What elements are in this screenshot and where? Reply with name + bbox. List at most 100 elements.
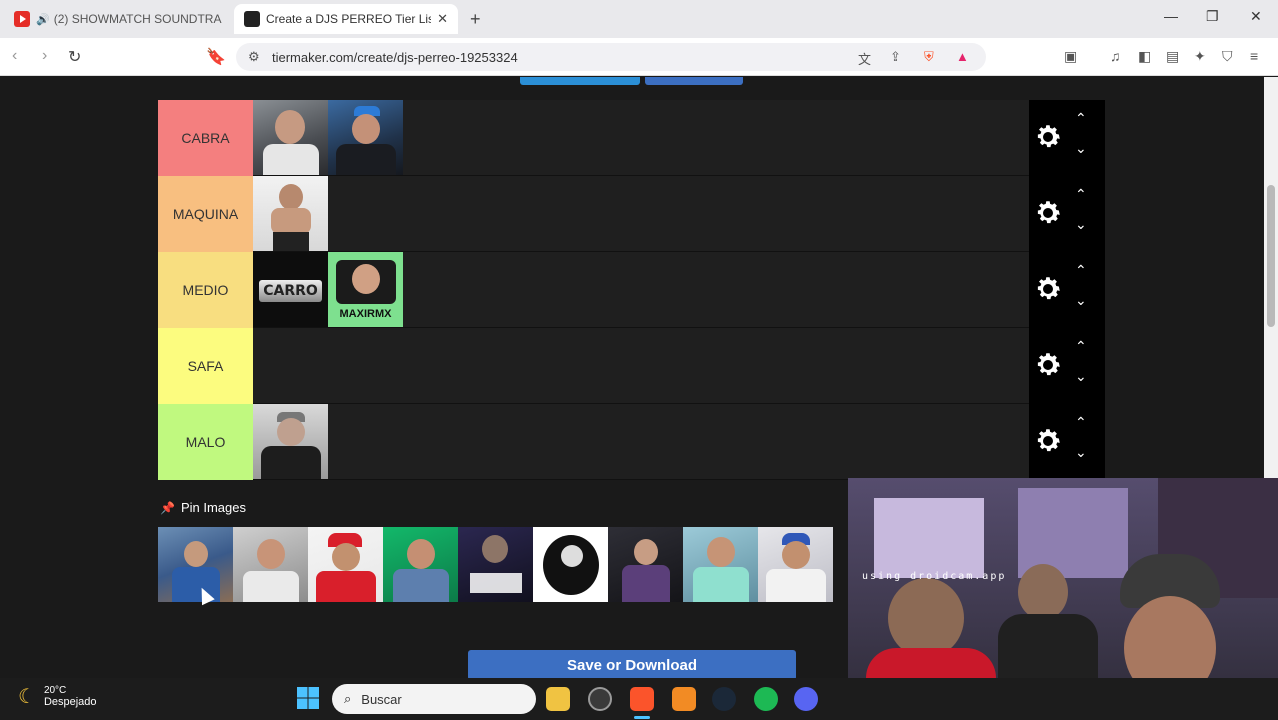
tier-label[interactable]: MALO	[158, 404, 253, 480]
tier-image[interactable]	[253, 176, 328, 251]
pool-image[interactable]	[758, 527, 833, 602]
fl-studio-icon[interactable]	[672, 687, 696, 711]
wallet-icon[interactable]: ▤	[1166, 48, 1179, 65]
taskbar: ☾ 20°C Despejado ⌕ Buscar	[0, 678, 1278, 720]
tier-controls: ⌃ ⌄	[1029, 252, 1105, 328]
move-down-icon[interactable]: ⌄	[1075, 368, 1087, 385]
tier-label[interactable]: MEDIO	[158, 252, 253, 328]
menu-icon[interactable]: ≡	[1250, 48, 1258, 64]
discord-icon[interactable]	[794, 687, 818, 711]
leo-ai-icon[interactable]: ✦	[1194, 48, 1206, 65]
tab-tiermaker[interactable]: Create a DJS PERREO Tier List - T ✕	[234, 4, 458, 34]
scrollbar-thumb[interactable]	[1267, 185, 1275, 327]
windows-start-icon[interactable]	[296, 686, 320, 710]
new-tab-button[interactable]: +	[470, 9, 481, 30]
pool-image[interactable]	[608, 527, 683, 602]
back-button[interactable]: ‹	[12, 47, 17, 65]
move-up-icon[interactable]: ⌃	[1075, 262, 1087, 279]
tier-row: MEDIO CARRO MAXIRMX ⌃ ⌄	[158, 252, 1105, 328]
restore-button[interactable]: ❐	[1206, 8, 1219, 25]
save-or-download-button[interactable]: Save or Download	[468, 650, 796, 678]
move-down-icon[interactable]: ⌄	[1075, 444, 1087, 461]
forward-button[interactable]: ›	[42, 47, 47, 65]
tier-controls: ⌃ ⌄	[1029, 328, 1105, 404]
pool-image[interactable]	[308, 527, 383, 602]
vpn-icon[interactable]: ⛉	[1222, 48, 1233, 65]
pool-image[interactable]	[383, 527, 458, 602]
moon-icon: ☾	[18, 686, 36, 708]
gear-icon[interactable]	[1033, 426, 1063, 456]
tier-row: MALO ⌃ ⌄	[158, 404, 1105, 480]
move-up-icon[interactable]: ⌃	[1075, 186, 1087, 203]
tier-image[interactable]	[328, 100, 403, 175]
pool-image[interactable]	[458, 527, 533, 602]
tier-image[interactable]: CARRO	[253, 252, 328, 327]
url-field[interactable]: ⚙ tiermaker.com/create/djs-perreo-192533…	[236, 43, 986, 71]
tab-youtube[interactable]: 🔊 (2) SHOWMATCH SOUNDTRACK	[4, 4, 232, 34]
reload-button[interactable]: ↻	[68, 47, 81, 67]
brave-browser-icon[interactable]	[630, 687, 654, 711]
droidcam-watermark: using droidcam.app	[862, 571, 1007, 582]
gear-icon[interactable]	[1033, 350, 1063, 380]
temperature: 20°C	[43, 685, 67, 696]
brave-rewards-icon[interactable]: ▲	[956, 49, 969, 64]
pool-image[interactable]	[683, 527, 758, 602]
image-pool	[158, 527, 833, 602]
tab-label: (2) SHOWMATCH SOUNDTRACK	[53, 12, 222, 26]
address-bar: ‹ › ↻ 🔖 ⚙ tiermaker.com/create/djs-perre…	[0, 38, 1278, 76]
tier-image[interactable]: MAXIRMX	[328, 252, 403, 327]
tier-label[interactable]: MAQUINA	[158, 176, 253, 252]
file-explorer-icon[interactable]	[546, 687, 570, 711]
tier-label[interactable]: CABRA	[158, 100, 253, 176]
browser-tab-bar: 🔊 (2) SHOWMATCH SOUNDTRACK Create a DJS …	[0, 0, 1278, 38]
pin-images-toggle[interactable]: 📌 Pin Images	[160, 500, 246, 515]
app-icon[interactable]	[588, 687, 612, 711]
taskbar-search[interactable]: ⌕ Buscar	[332, 684, 536, 714]
move-down-icon[interactable]: ⌄	[1075, 292, 1087, 309]
move-down-icon[interactable]: ⌄	[1075, 140, 1087, 157]
tier-list: CABRA ⌃ ⌄ MAQUINA ⌃ ⌄ MEDIO CARRO MAXIRM…	[158, 100, 1105, 480]
tier-row: SAFA ⌃ ⌄	[158, 328, 1105, 404]
top-button-blue[interactable]	[520, 77, 640, 85]
tier-controls: ⌃ ⌄	[1029, 100, 1105, 176]
sidebar-icon[interactable]: ▣	[1064, 48, 1077, 65]
move-up-icon[interactable]: ⌃	[1075, 414, 1087, 431]
gear-icon[interactable]	[1033, 122, 1063, 152]
active-app-indicator	[634, 716, 650, 719]
site-info-icon[interactable]: ⚙	[248, 49, 260, 65]
share-icon[interactable]: ⇪	[890, 49, 901, 65]
move-up-icon[interactable]: ⌃	[1075, 338, 1087, 355]
close-tab-icon[interactable]: ✕	[437, 11, 448, 27]
spotify-icon[interactable]	[754, 687, 778, 711]
tier-row: CABRA ⌃ ⌄	[158, 100, 1105, 176]
tab-label: Create a DJS PERREO Tier List - T	[266, 12, 432, 26]
tier-image[interactable]	[253, 100, 328, 175]
weather-widget[interactable]: ☾ 20°C Despejado	[18, 684, 97, 709]
move-down-icon[interactable]: ⌄	[1075, 216, 1087, 233]
tier-image[interactable]	[253, 404, 328, 479]
pin-icon: 📌	[160, 500, 175, 515]
pin-images-label: Pin Images	[180, 500, 246, 515]
url-text: tiermaker.com/create/djs-perreo-19253324	[272, 50, 518, 65]
move-up-icon[interactable]: ⌃	[1075, 110, 1087, 127]
brave-shields-icon[interactable]: ⛨	[924, 49, 934, 65]
youtube-icon	[14, 11, 30, 27]
close-window-button[interactable]: ✕	[1250, 8, 1262, 25]
minimize-button[interactable]: —	[1164, 8, 1178, 24]
tier-row: MAQUINA ⌃ ⌄	[158, 176, 1105, 252]
top-button-darkblue[interactable]	[645, 77, 743, 85]
tier-controls: ⌃ ⌄	[1029, 176, 1105, 252]
search-placeholder: Buscar	[361, 691, 402, 707]
pool-image[interactable]	[233, 527, 308, 602]
steam-icon[interactable]	[712, 687, 736, 711]
tiermaker-icon	[244, 11, 260, 27]
music-icon[interactable]: ♫	[1110, 48, 1121, 64]
bookmark-icon[interactable]: 🔖	[206, 47, 226, 67]
panel-icon[interactable]: ◧	[1138, 48, 1151, 65]
gear-icon[interactable]	[1033, 198, 1063, 228]
pool-image[interactable]	[533, 527, 608, 602]
gear-icon[interactable]	[1033, 274, 1063, 304]
tier-label[interactable]: SAFA	[158, 328, 253, 404]
maxirmx-text: MAXIRMX	[339, 308, 392, 320]
translate-icon[interactable]: 文	[858, 49, 871, 68]
